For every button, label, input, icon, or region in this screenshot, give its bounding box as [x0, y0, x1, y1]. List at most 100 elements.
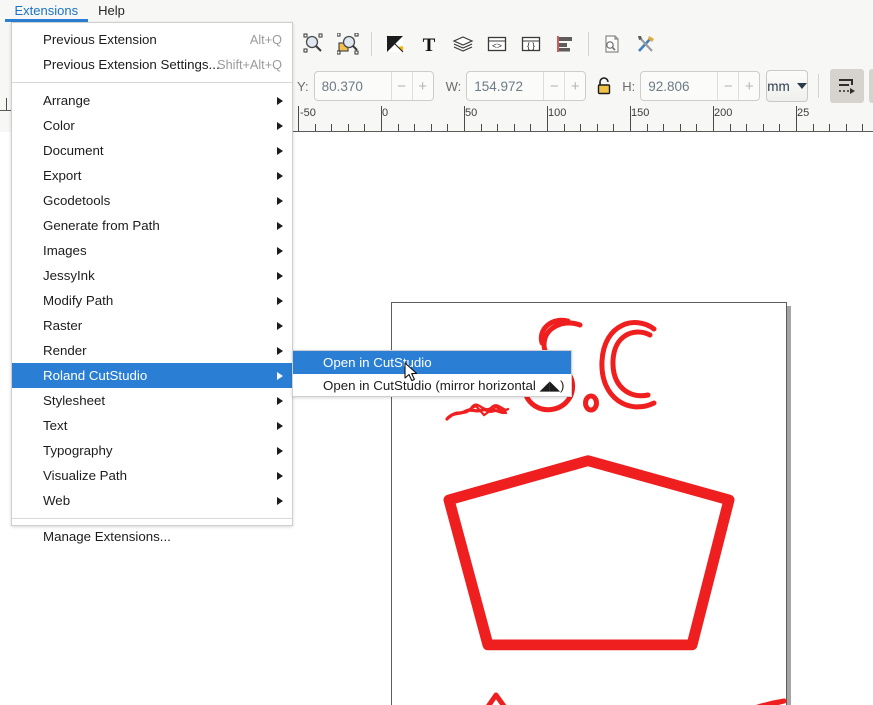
- zoom-drawing-icon[interactable]: [331, 27, 365, 61]
- submenu-arrow-icon: [277, 346, 283, 355]
- roland-cutstudio-submenu[interactable]: Open in CutStudio Open in CutStudio (mirr…: [292, 350, 572, 397]
- menu-bar-item-help[interactable]: Help: [88, 0, 135, 22]
- y-coordinate-field[interactable]: [314, 77, 391, 95]
- y-decrement-button[interactable]: −: [390, 72, 412, 100]
- ruler-minor-tick: [829, 124, 830, 131]
- menu-item-label: Visualize Path: [43, 468, 128, 483]
- menu-item-label: Images: [43, 243, 87, 258]
- extensions-menu[interactable]: Previous Extension Alt+Q Previous Extensio…: [11, 22, 293, 544]
- menu-item-color[interactable]: Color: [12, 113, 292, 138]
- menu-item-raster[interactable]: Raster: [12, 313, 292, 338]
- zoom-selection-icon[interactable]: [297, 27, 331, 61]
- menu-item-label: Manage Extensions...: [43, 529, 171, 544]
- ruler-minor-tick: [431, 124, 432, 131]
- menu-item-manage-extensions[interactable]: Manage Extensions...: [12, 524, 292, 549]
- ruler-minor-tick: [746, 124, 747, 131]
- mountain-peaks: [486, 692, 507, 705]
- svg-text:<>: <>: [492, 41, 502, 51]
- menu-item-label: Gcodetools: [43, 193, 111, 208]
- ruler-minor-tick: [779, 124, 780, 131]
- menu-item-previous-extension-settings[interactable]: Previous Extension Settings... Shift+Alt+…: [12, 52, 292, 77]
- menu-item-modify-path[interactable]: Modify Path: [12, 288, 292, 313]
- menu-item-text[interactable]: Text: [12, 413, 292, 438]
- preferences-page-icon[interactable]: [595, 27, 629, 61]
- submenu-arrow-icon: [277, 146, 283, 155]
- drawing-canvas[interactable]: [293, 132, 873, 705]
- menu-bar-item-extensions[interactable]: Extensions: [4, 0, 89, 22]
- submenu-arrow-icon: [277, 396, 283, 405]
- preferences-icon[interactable]: [629, 27, 663, 61]
- menu-item-gcodetools[interactable]: Gcodetools: [12, 188, 292, 213]
- y-coordinate-stepper[interactable]: Y: − +: [297, 71, 434, 101]
- menu-item-label: Color: [43, 118, 75, 133]
- horizontal-ruler[interactable]: -50 0 50 100 150 200 25: [293, 106, 873, 132]
- affect-rounded-corners-icon[interactable]: [868, 69, 873, 103]
- height-increment-button[interactable]: +: [738, 72, 759, 100]
- ruler-minor-tick: [763, 124, 764, 131]
- text-and-font-icon[interactable]: T: [412, 27, 446, 61]
- submenu-arrow-icon: [277, 446, 283, 455]
- menu-separator: [12, 82, 292, 83]
- menu-item-export[interactable]: Export: [12, 163, 292, 188]
- width-stepper[interactable]: W: − +: [446, 71, 587, 101]
- submenu-item-open-in-cutstudio[interactable]: Open in CutStudio: [293, 351, 571, 374]
- menu-item-label: Text: [43, 418, 68, 433]
- chevron-down-icon: [796, 83, 807, 89]
- height-field[interactable]: [641, 77, 718, 95]
- submenu-item-open-in-cutstudio-mirror[interactable]: Open in CutStudio (mirror horizontal ◢◣): [293, 374, 571, 397]
- submenu-arrow-icon: [277, 221, 283, 230]
- inkscape-window: s Extensions Help: [0, 0, 873, 705]
- width-field[interactable]: [467, 77, 544, 95]
- toolbar-separator-1: [371, 32, 372, 56]
- toolbar-separator-2: [588, 32, 589, 56]
- ruler-minor-tick: [613, 124, 614, 131]
- menu-item-label: Arrange: [43, 93, 91, 108]
- menu-item-label: Generate from Path: [43, 218, 160, 233]
- menu-item-stylesheet[interactable]: Stylesheet: [12, 388, 292, 413]
- width-label: W:: [445, 78, 462, 94]
- align-and-distribute-icon[interactable]: [548, 27, 582, 61]
- submenu-arrow-icon: [277, 171, 283, 180]
- layers-icon[interactable]: [446, 27, 480, 61]
- pentagon-outline: [443, 455, 735, 651]
- ruler-tick: [6, 98, 7, 110]
- menu-item-visualize-path[interactable]: Visualize Path: [12, 463, 292, 488]
- menu-item-label: Render: [43, 343, 87, 358]
- fill-and-stroke-icon[interactable]: [378, 27, 412, 61]
- menu-item-roland-cutstudio[interactable]: Roland CutStudio: [12, 363, 292, 388]
- menu-item-jessyink[interactable]: JessyInk: [12, 263, 292, 288]
- affect-move-icon[interactable]: [829, 69, 864, 103]
- selectors-and-css-icon[interactable]: { }: [514, 27, 548, 61]
- menu-bar: s Extensions Help: [0, 0, 873, 22]
- command-toolbar: T <> { }: [293, 22, 873, 66]
- menu-separator: [12, 518, 292, 519]
- menu-item-typography[interactable]: Typography: [12, 438, 292, 463]
- menu-item-images[interactable]: Images: [12, 238, 292, 263]
- width-decrement-button[interactable]: −: [543, 72, 564, 100]
- ruler-minor-tick: [481, 124, 482, 131]
- unit-selector[interactable]: mm: [766, 70, 808, 102]
- lock-aspect-ratio-toggle[interactable]: [594, 71, 614, 101]
- menu-item-document[interactable]: Document: [12, 138, 292, 163]
- submenu-arrow-icon: [277, 246, 283, 255]
- menu-item-generate-from-path[interactable]: Generate from Path: [12, 213, 292, 238]
- height-stepper[interactable]: H: − +: [622, 71, 761, 101]
- menu-item-render[interactable]: Render: [12, 338, 292, 363]
- ruler-minor-tick: [315, 124, 316, 131]
- menu-item-label: Export: [43, 168, 82, 183]
- y-increment-button[interactable]: +: [411, 72, 433, 100]
- tool-options-bar: Y: − + W: − +: [293, 66, 873, 106]
- signature-scribble: [445, 403, 510, 421]
- menu-item-previous-extension[interactable]: Previous Extension Alt+Q: [12, 27, 292, 52]
- ruler-minor-tick: [580, 124, 581, 131]
- submenu-item-label: Open in CutStudio (mirror horizontal ◢◣): [323, 377, 565, 393]
- ruler-minor-tick: [862, 124, 863, 131]
- ruler-label: 100: [548, 107, 567, 119]
- width-increment-button[interactable]: +: [564, 72, 585, 100]
- menu-item-arrange[interactable]: Arrange: [12, 88, 292, 113]
- menu-item-web[interactable]: Web: [12, 488, 292, 513]
- ruler-minor-tick: [730, 124, 731, 131]
- xml-editor-icon[interactable]: <>: [480, 27, 514, 61]
- height-decrement-button[interactable]: −: [717, 72, 738, 100]
- ruler-minor-tick: [331, 124, 332, 131]
